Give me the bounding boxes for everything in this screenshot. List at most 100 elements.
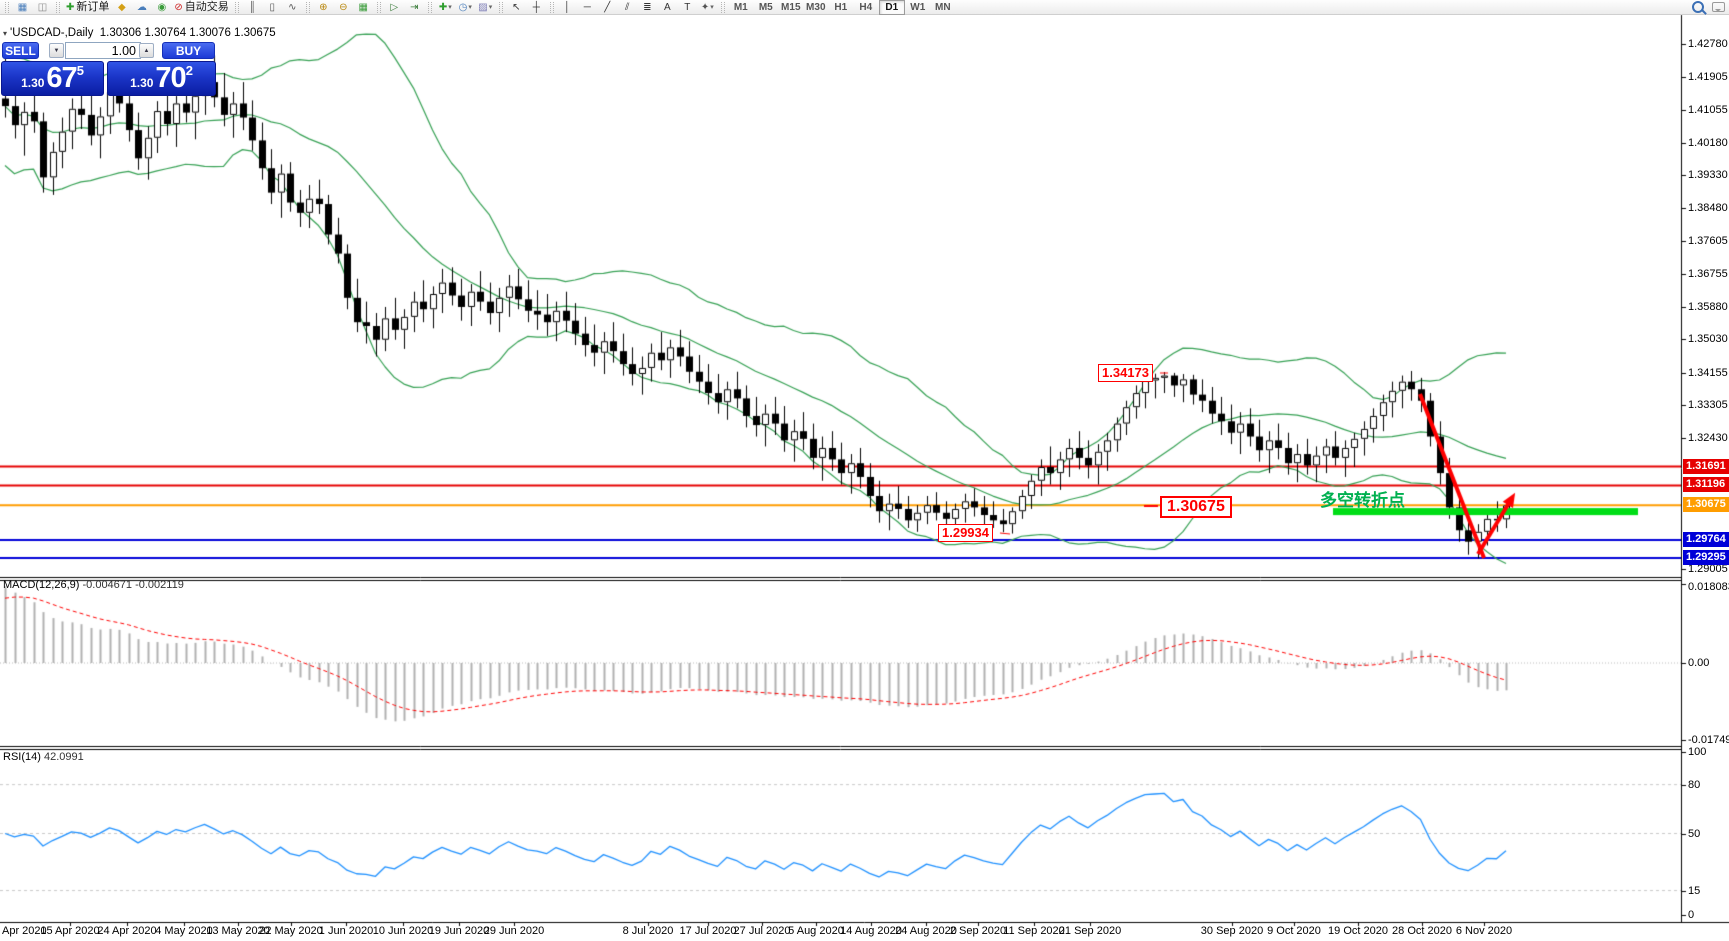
time-axis-label: 27 Jul 2020 <box>733 925 791 937</box>
vertical-line-icon: │ <box>564 1 571 13</box>
text-icon[interactable]: A <box>658 0 677 14</box>
text-label-icon[interactable]: T <box>678 0 697 14</box>
rsi-tick-label: 15 <box>1688 884 1701 897</box>
equidistant-channel-icon[interactable]: ⫽ <box>618 0 637 14</box>
price-badge: 1.31691 <box>1683 458 1729 474</box>
zoom-in-icon[interactable]: ⊕ <box>314 0 333 14</box>
bar-chart-type-icon[interactable]: ║ <box>243 0 262 14</box>
time-axis-label: 24 Apr 2020 <box>97 925 157 937</box>
new-order-button[interactable]: ✚ 新订单 <box>64 0 111 14</box>
search-icon[interactable] <box>1692 1 1704 13</box>
chart-area[interactable] <box>0 0 1729 941</box>
cursor-icon[interactable]: ↖ <box>507 0 526 14</box>
toolbar-group-handle <box>427 1 432 13</box>
line-chart-type-icon[interactable]: ∿ <box>283 0 302 14</box>
time-axis-label: 19 Oct 2020 <box>1328 925 1388 937</box>
buy-price-prefix: 1.30 <box>130 76 154 90</box>
chevron-down-icon[interactable]: ▾ <box>448 1 452 14</box>
chevron-down-icon[interactable]: ▾ <box>489 1 493 14</box>
volume-input[interactable] <box>65 42 141 59</box>
chart-list-icon: ▾ <box>3 29 8 38</box>
time-axis-label: 30 Sep 2020 <box>1200 925 1264 937</box>
periods-button[interactable]: ◷ ▾ <box>456 0 475 14</box>
symbol-period-label: 'USDCAD-,Daily <box>10 27 94 39</box>
buy-price-main: 70 <box>155 62 186 94</box>
timeframe-W1[interactable]: W1 <box>906 1 930 14</box>
time-axis-label: 28 Oct 2020 <box>1392 925 1452 937</box>
zoom-out-icon[interactable]: ⊖ <box>334 0 353 14</box>
current-price-label[interactable]: 1.30675 <box>1160 496 1232 518</box>
autotrading-button: ⊘ <box>174 1 183 13</box>
timeframe-M15[interactable]: M15 <box>779 1 803 14</box>
sell-price-prefix: 1.30 <box>21 76 45 90</box>
toolbar-group-handle <box>305 1 310 13</box>
new-order-button-label: 新订单 <box>76 0 110 13</box>
toolbar-group-handle <box>56 1 60 13</box>
time-axis-label: 1 Jun 2020 <box>318 925 374 937</box>
templates-button[interactable]: ▨ ▾ <box>476 0 495 14</box>
price-tick-label: 1.35880 <box>1688 300 1728 313</box>
new-chart-icon[interactable]: ▦ <box>13 0 32 14</box>
rsi-value: 42.0991 <box>43 751 84 763</box>
rsi-tick-label: 50 <box>1688 827 1701 840</box>
chevron-down-icon[interactable]: ▾ <box>710 1 714 14</box>
toolbar-right-icons <box>1692 1 1725 13</box>
arrows-tool-icon[interactable]: ✦ ▾ <box>698 0 717 14</box>
reversal-note-text[interactable]: 多空转折点 <box>1320 486 1405 511</box>
chart-shift-icon: ⇥ <box>410 1 419 13</box>
candlestick-type-icon[interactable]: ▯ <box>263 0 282 14</box>
timeframe-H4[interactable]: H4 <box>854 1 878 14</box>
autotrading-button[interactable]: ⊘ 自动交易 <box>172 0 230 14</box>
signals-icon: ☁ <box>136 1 147 13</box>
news-feed-icon: ◉ <box>157 1 167 13</box>
auto-scroll-icon[interactable]: ▷ <box>385 0 404 14</box>
price-tick-label: 1.41905 <box>1688 71 1728 84</box>
toolbar-group-handle <box>376 1 381 13</box>
chart-shift-icon[interactable]: ⇥ <box>405 0 424 14</box>
timeframe-M30[interactable]: M30 <box>804 1 828 14</box>
profile-window-icon[interactable]: ◫ <box>33 0 52 14</box>
volume-decrease-button[interactable]: ▼ <box>49 43 64 58</box>
trendline-icon[interactable]: ╱ <box>598 0 617 14</box>
buy-quote-button[interactable]: 1.30 70 2 <box>107 61 216 96</box>
equidistant-channel-icon: ⫽ <box>625 1 630 13</box>
new-order-button: ✚ <box>66 1 75 13</box>
toolbar-group-handle <box>549 1 554 13</box>
price-tick-label: 1.38480 <box>1688 201 1728 214</box>
macd-indicator-label: MACD(12,26,9) -0.004671 -0.002119 <box>3 579 184 591</box>
candlestick-type-icon: ▯ <box>269 1 276 13</box>
crosshair-icon[interactable]: ┼ <box>527 0 546 14</box>
toolbar-group-handle <box>5 1 9 13</box>
buy-button[interactable]: BUY <box>162 42 215 59</box>
price-tick-label: 1.39330 <box>1688 169 1728 182</box>
time-axis-label: 11 Sep 2020 <box>1003 925 1065 937</box>
arrows-tool-icon: ✦ <box>700 1 710 13</box>
timeframe-MN[interactable]: MN <box>931 1 955 14</box>
tile-windows-icon: ▦ <box>358 1 368 13</box>
market-watch-icon[interactable]: ◆ <box>112 0 131 14</box>
indicators-button[interactable]: ✚ ▾ <box>436 0 455 14</box>
sell-quote-button[interactable]: 1.30 67 5 <box>1 61 104 96</box>
volume-increase-button[interactable]: ▲ <box>139 43 154 58</box>
peak-price-label[interactable]: 1.34173 <box>1098 364 1153 382</box>
news-feed-icon[interactable]: ◉ <box>152 0 171 14</box>
vertical-line-icon[interactable]: │ <box>558 0 577 14</box>
sell-button[interactable]: SELL <box>2 42 39 59</box>
signals-icon[interactable]: ☁ <box>132 0 151 14</box>
fibonacci-icon[interactable]: ≣ <box>638 0 657 14</box>
timeframe-M1[interactable]: M1 <box>729 1 753 14</box>
timeframe-H1[interactable]: H1 <box>829 1 853 14</box>
rsi-tick-label: 100 <box>1688 746 1707 758</box>
timeframe-D1[interactable]: D1 <box>878 0 905 15</box>
time-axis-label: 9 Oct 2020 <box>1267 925 1321 937</box>
low-price-label[interactable]: 1.29934 <box>938 524 993 542</box>
chevron-down-icon[interactable]: ▾ <box>468 1 472 14</box>
tile-windows-icon[interactable]: ▦ <box>354 0 373 14</box>
timeframe-M5[interactable]: M5 <box>754 1 778 14</box>
new-chart-icon: ▦ <box>17 1 28 13</box>
horizontal-line-icon[interactable]: ─ <box>578 0 597 14</box>
price-tick-label: 1.32430 <box>1688 432 1728 445</box>
cursor-icon: ↖ <box>512 1 521 13</box>
chat-icon[interactable] <box>1712 2 1725 12</box>
trade-panel-quotes: 1.30 67 5 1.30 70 2 <box>1 61 216 97</box>
